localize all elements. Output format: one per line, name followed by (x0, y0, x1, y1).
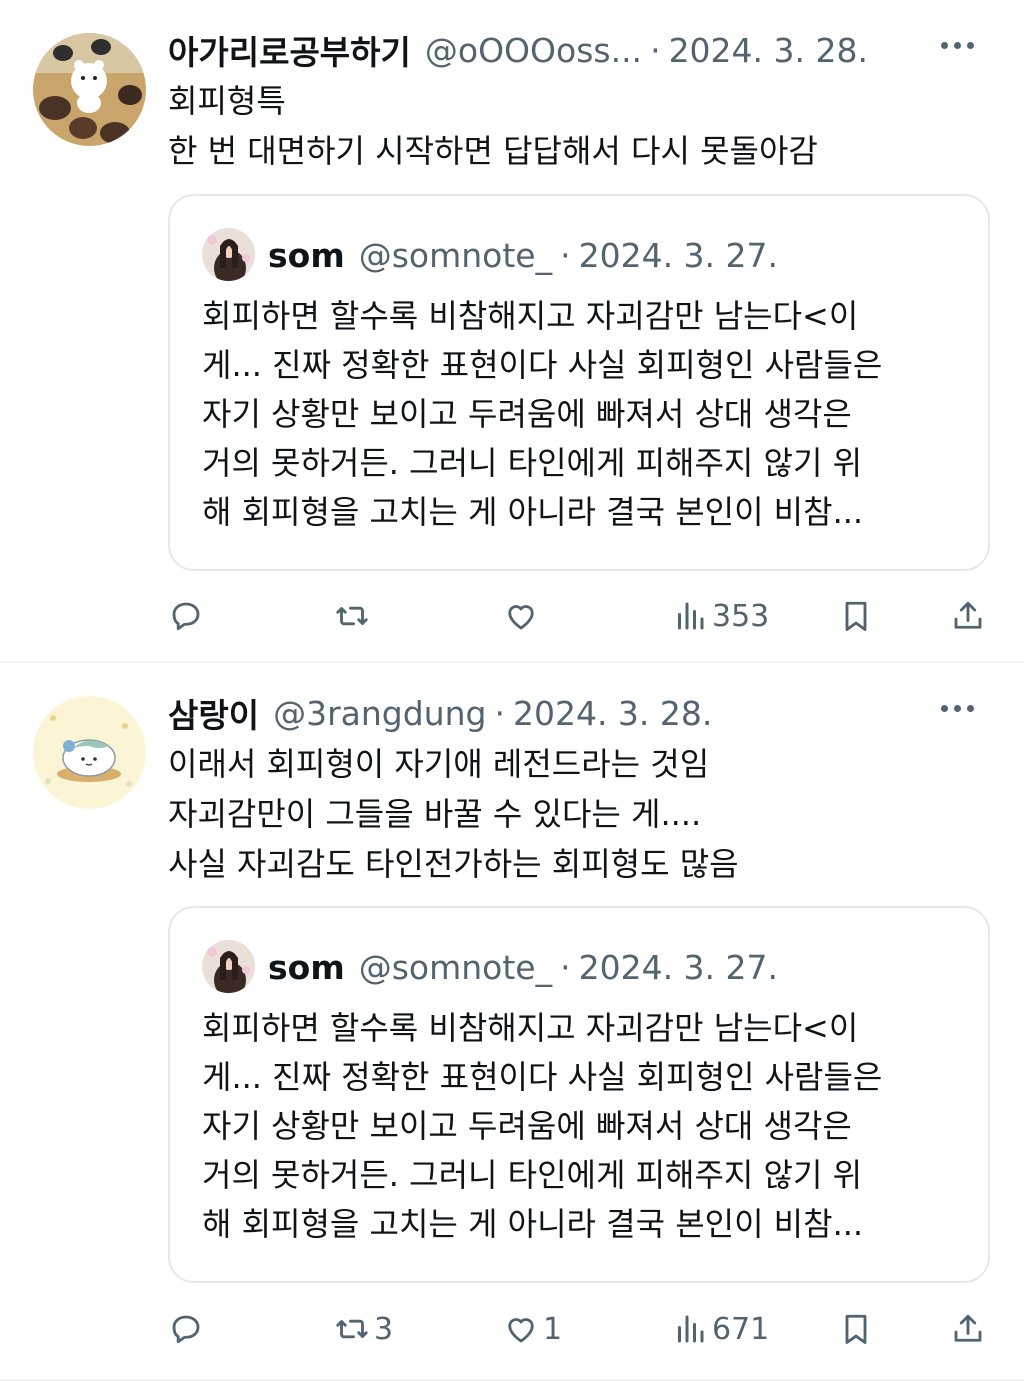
quote-text-line: 해 회피형을 고치는 게 아니라 결국 본인이 비참... (202, 1205, 864, 1243)
like-icon (508, 1318, 534, 1343)
retweet-icon (336, 606, 368, 626)
display-name: som (268, 235, 345, 275)
tweet-text-line: 이래서 회피형이 자기애 레전드라는 것임 (168, 745, 710, 783)
quote-text-line: 회피하면 할수록 비참해지고 자괴감만 남는다<이 (202, 1009, 859, 1047)
retweet-icon (336, 1319, 368, 1339)
tweet-date[interactable]: 2024. 3. 28. (669, 31, 868, 70)
bookmark-button[interactable] (838, 592, 874, 640)
user-handle: @somnote_ (358, 947, 553, 987)
tweet-text-line: 회피형특 (168, 82, 286, 120)
user-handle: @somnote_ (358, 235, 553, 275)
tweet-text: 이래서 회피형이 자기애 레전드라는 것임 자괴감만이 그들을 바꿀 수 있다는… (168, 739, 984, 889)
views-icon (678, 602, 704, 630)
display-name[interactable]: 아가리로공부하기 (168, 26, 411, 74)
tweet-header: 삼랑이 @3rangdung · 2024. 3. 28. (168, 691, 984, 735)
avatar (202, 940, 255, 993)
quoted-tweet[interactable]: som @somnote_ · 2024. 3. 27. 회피하면 할수록 비참… (168, 906, 990, 1283)
share-icon (954, 601, 982, 629)
avatar (202, 228, 255, 281)
quote-text-line: 거의 못하거든. 그러니 타인에게 피해주지 않기 위 (202, 444, 863, 482)
separator: · (494, 693, 505, 733)
reply-icon (172, 1315, 200, 1344)
retweet-button[interactable]: 3 (334, 1305, 393, 1353)
quote-header: som @somnote_ · 2024. 3. 27. (268, 942, 778, 992)
bookmark-icon (845, 1314, 867, 1344)
separator: · (560, 235, 571, 275)
bookmark-icon (845, 601, 867, 631)
separator: · (560, 947, 571, 987)
display-name[interactable]: 삼랑이 (168, 689, 259, 737)
share-button[interactable] (950, 1305, 986, 1353)
quote-text-line: 게... 진짜 정확한 표현이다 사실 회피형인 사람들은 (202, 1058, 883, 1096)
tweet-text-line: 사실 자괴감도 타인전가하는 회피형도 많음 (168, 845, 739, 883)
quoted-tweet[interactable]: som @somnote_ · 2024. 3. 27. 회피하면 할수록 비참… (168, 194, 990, 571)
quote-text-line: 자기 상황만 보이고 두려움에 빠져서 상대 생각은 (202, 395, 852, 433)
more-icon[interactable] (941, 42, 974, 49)
share-button[interactable] (950, 592, 986, 640)
quote-text-line: 자기 상황만 보이고 두려움에 빠져서 상대 생각은 (202, 1107, 852, 1145)
like-count: 1 (543, 1311, 563, 1347)
views-button[interactable]: 353 (672, 592, 769, 640)
tweet-date: 2024. 3. 27. (578, 235, 779, 275)
avatar[interactable] (33, 696, 146, 809)
tweet-text-line: 자괴감만이 그들을 바꿀 수 있다는 게.... (168, 795, 702, 833)
display-name: som (268, 947, 345, 987)
share-icon (954, 1314, 982, 1342)
tweet-date[interactable]: 2024. 3. 28. (513, 694, 712, 733)
quote-text: 회피하면 할수록 비참해지고 자괴감만 남는다<이 게... 진짜 정확한 표현… (202, 292, 968, 537)
views-count: 671 (712, 1311, 770, 1347)
action-bar: 353 (168, 592, 988, 640)
reply-icon (172, 602, 200, 631)
tweet[interactable]: 삼랑이 @3rangdung · 2024. 3. 28. 이래서 회피형이 자… (0, 663, 1024, 1381)
separator: · (650, 30, 661, 70)
user-handle[interactable]: @3rangdung (273, 694, 486, 733)
quote-text: 회피하면 할수록 비참해지고 자괴감만 남는다<이 게... 진짜 정확한 표현… (202, 1004, 968, 1249)
bookmark-button[interactable] (838, 1305, 874, 1353)
tweet-text-line: 한 번 대면하기 시작하면 답답해서 다시 못돌아감 (168, 132, 818, 170)
action-bar: 3 1 671 (168, 1305, 988, 1353)
views-button[interactable]: 671 (672, 1305, 769, 1353)
quote-text-line: 게... 진짜 정확한 표현이다 사실 회피형인 사람들은 (202, 346, 883, 384)
views-icon (678, 1315, 704, 1343)
like-icon (508, 605, 534, 630)
like-button[interactable] (503, 592, 543, 640)
more-icon[interactable] (941, 705, 974, 712)
like-button[interactable]: 1 (503, 1305, 562, 1353)
tweet-date: 2024. 3. 27. (578, 947, 779, 987)
quote-text-line: 거의 못하거든. 그러니 타인에게 피해주지 않기 위 (202, 1156, 863, 1194)
retweet-count: 3 (374, 1311, 394, 1347)
views-count: 353 (712, 598, 770, 634)
quote-text-line: 회피하면 할수록 비참해지고 자괴감만 남는다<이 (202, 297, 859, 335)
avatar[interactable] (33, 33, 146, 146)
tweet-text: 회피형특 한 번 대면하기 시작하면 답답해서 다시 못돌아감 (168, 76, 984, 176)
retweet-button[interactable] (334, 592, 374, 640)
user-handle[interactable]: @oOOOoss... (425, 31, 642, 70)
quote-text-line: 해 회피형을 고치는 게 아니라 결국 본인이 비참... (202, 493, 864, 531)
tweet[interactable]: 아가리로공부하기 @oOOOoss... · 2024. 3. 28. 회피형특… (0, 0, 1024, 663)
tweet-header: 아가리로공부하기 @oOOOoss... · 2024. 3. 28. (168, 28, 984, 72)
reply-button[interactable] (168, 1305, 208, 1353)
reply-button[interactable] (168, 592, 208, 640)
quote-header: som @somnote_ · 2024. 3. 27. (268, 230, 778, 280)
